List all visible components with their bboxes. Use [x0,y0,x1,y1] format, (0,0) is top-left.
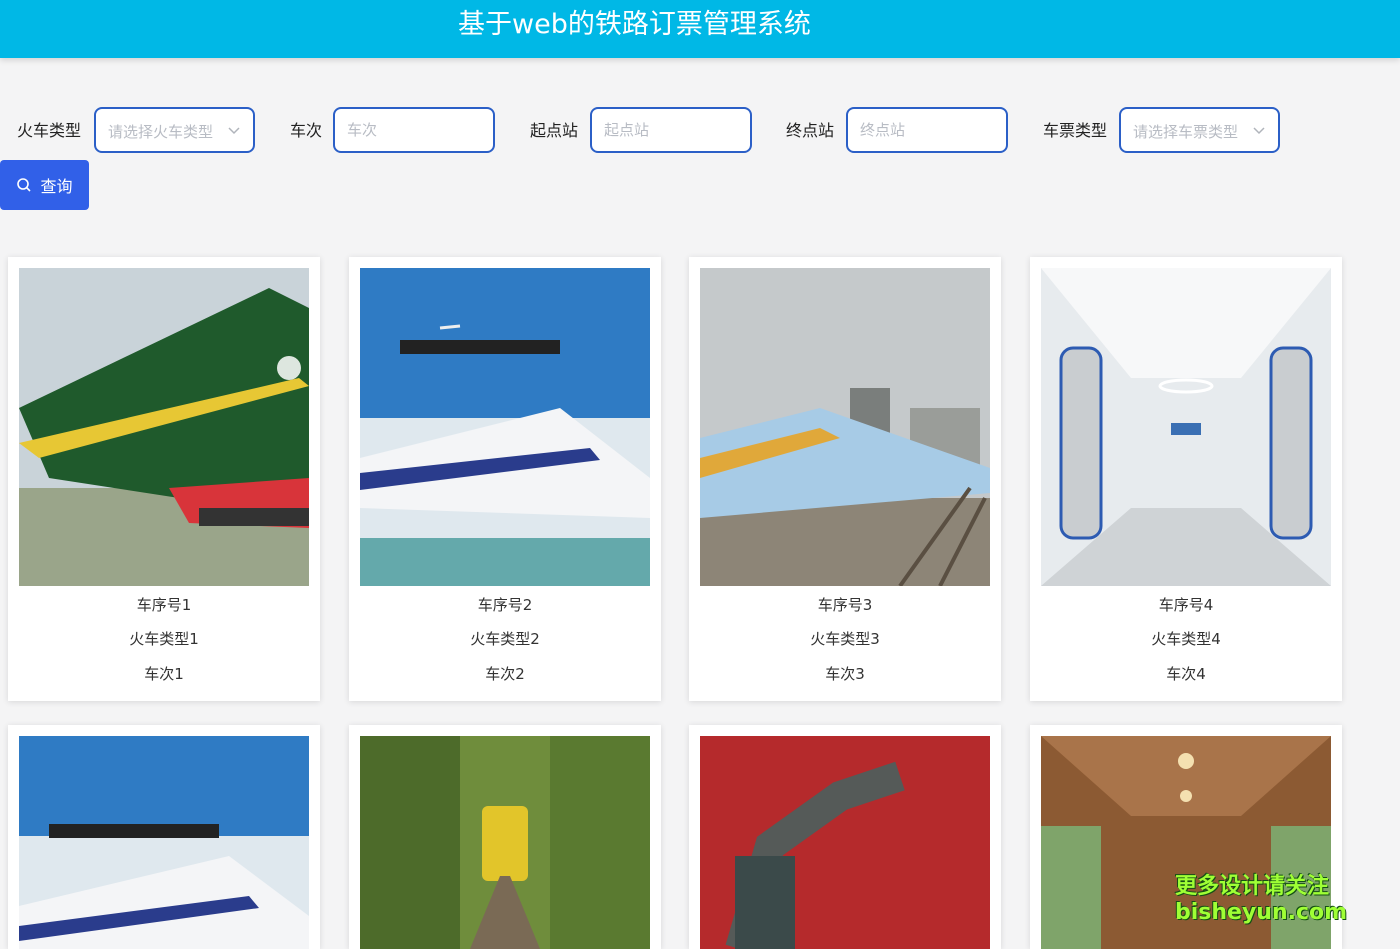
train-type-label: 火车类型 [17,121,82,140]
train-no: 车次3 [825,665,865,683]
train-card[interactable]: 车序号4 火车类型4 车次4 [1030,257,1342,701]
train-card[interactable] [349,725,661,949]
page-title: 基于web的铁路订票管理系统 [458,9,811,40]
train-image [1041,268,1331,586]
train-no: 车次2 [485,665,525,683]
train-seq: 车序号1 [136,596,192,614]
train-no: 车次1 [144,665,184,683]
train-type-select[interactable]: 请选择火车类型 [94,107,255,153]
train-type: 火车类型3 [810,630,880,648]
train-type: 火车类型2 [470,630,540,648]
start-station-label: 起点站 [530,121,579,140]
chevron-down-icon [1253,127,1265,135]
train-card[interactable]: 车序号2 火车类型2 车次2 [349,257,661,701]
train-no: 车次4 [1166,665,1206,683]
train-image [700,736,990,949]
ticket-type-placeholder: 请选择车票类型 [1133,123,1239,141]
end-station-field [846,107,1008,153]
ticket-type-label: 车票类型 [1043,121,1108,140]
train-card[interactable] [8,725,320,949]
train-type-placeholder: 请选择火车类型 [108,123,214,141]
train-no-field [333,107,495,153]
search-icon [17,178,32,192]
start-station-input[interactable] [592,109,750,151]
train-seq: 车序号2 [477,596,533,614]
train-image [19,268,309,586]
train-card[interactable]: 车序号3 火车类型3 车次3 [689,257,1001,701]
train-seq: 车序号3 [817,596,873,614]
end-station-input[interactable] [848,109,1006,151]
start-station-field [590,107,752,153]
search-button[interactable]: 查询 [0,160,89,210]
ticket-type-select[interactable]: 请选择车票类型 [1119,107,1280,153]
end-station-label: 终点站 [786,121,835,140]
train-seq: 车序号4 [1158,596,1214,614]
watermark-line2: bisheyun.com [1175,900,1348,925]
watermark-line1: 更多设计请关注 [1175,874,1330,899]
train-image [19,736,309,949]
train-card[interactable] [689,725,1001,949]
train-type: 火车类型4 [1151,630,1221,648]
chevron-down-icon [228,127,240,135]
app-header: 基于web的铁路订票管理系统 [0,0,1400,58]
train-image [700,268,990,586]
train-image [360,736,650,949]
search-button-label: 查询 [40,177,73,196]
train-image [360,268,650,586]
train-no-input[interactable] [335,109,493,151]
train-card[interactable]: 车序号1 火车类型1 车次1 [8,257,320,701]
train-no-label: 车次 [290,121,323,140]
train-type: 火车类型1 [129,630,199,648]
